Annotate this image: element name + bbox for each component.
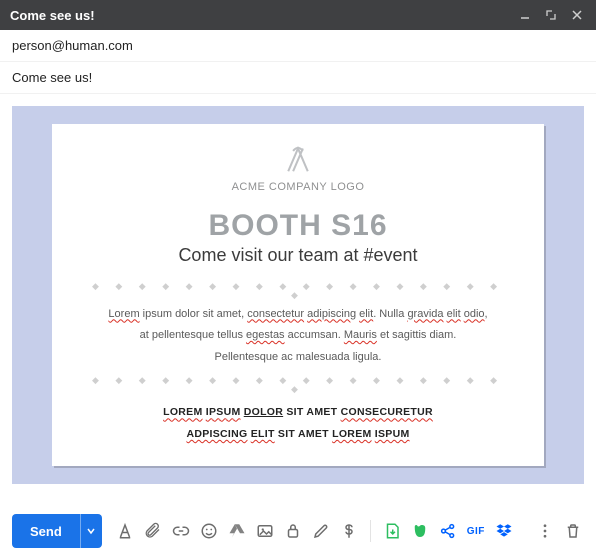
dollar-icon	[340, 522, 358, 540]
pen-icon	[312, 522, 330, 540]
insert-signature-button[interactable]	[310, 520, 332, 542]
more-options-button[interactable]	[534, 520, 556, 542]
email-bold-line: LOREM IPSUM DOLOR SIT AMET CONSECURETUR	[163, 404, 433, 422]
paperclip-icon	[144, 522, 162, 540]
insert-link-button[interactable]	[170, 520, 192, 542]
insert-drive-button[interactable]	[226, 520, 248, 542]
compose-toolbar: Send GIF	[0, 504, 596, 558]
extension-evernote-button[interactable]	[409, 520, 431, 542]
image-icon	[256, 522, 274, 540]
close-icon[interactable]	[568, 6, 586, 24]
extension-share-button[interactable]	[437, 520, 459, 542]
subject-value: Come see us!	[12, 70, 92, 85]
company-logo-text: ACME COMPANY LOGO	[232, 181, 365, 193]
window-title: Come see us!	[10, 8, 95, 23]
smiley-icon	[200, 522, 218, 540]
insert-money-button[interactable]	[338, 520, 360, 542]
toolbar-divider	[370, 520, 371, 542]
email-card: ACME COMPANY LOGO BOOTH S16 Come visit o…	[52, 124, 544, 466]
company-logo-icon	[278, 142, 318, 175]
window-titlebar: Come see us!	[0, 0, 596, 30]
extension-dropbox-button[interactable]	[493, 520, 515, 542]
email-body-line: Pellentesque ac malesuada ligula.	[215, 349, 382, 367]
insert-emoji-button[interactable]	[198, 520, 220, 542]
drive-icon	[228, 522, 246, 540]
email-tagline: Come visit our team at #event	[178, 245, 417, 266]
discard-button[interactable]	[562, 520, 584, 542]
email-bold-line: ADPISCING ELIT SIT AMET LOREM ISPUM	[186, 426, 409, 444]
formatting-button[interactable]	[114, 520, 136, 542]
kebab-icon	[536, 522, 554, 540]
expand-icon[interactable]	[542, 6, 560, 24]
share-nodes-icon	[439, 522, 457, 540]
subject-field[interactable]: Come see us!	[0, 62, 596, 94]
to-field[interactable]: person@human.com	[0, 30, 596, 62]
send-button[interactable]: Send	[12, 514, 80, 548]
template-download-icon	[383, 522, 401, 540]
font-icon	[116, 522, 134, 540]
minimize-icon[interactable]	[516, 6, 534, 24]
compose-body[interactable]: ACME COMPANY LOGO BOOTH S16 Come visit o…	[0, 94, 596, 504]
chevron-down-icon	[87, 527, 95, 535]
divider-dots: ◆ ◆ ◆ ◆ ◆ ◆ ◆ ◆ ◆ ◆ ◆ ◆ ◆ ◆ ◆ ◆ ◆ ◆ ◆	[82, 376, 514, 394]
to-value: person@human.com	[12, 38, 133, 53]
divider-dots: ◆ ◆ ◆ ◆ ◆ ◆ ◆ ◆ ◆ ◆ ◆ ◆ ◆ ◆ ◆ ◆ ◆ ◆ ◆	[82, 282, 514, 300]
email-body-line: Lorem ipsum dolor sit amet, consectetur …	[108, 306, 487, 324]
confidential-mode-button[interactable]	[282, 520, 304, 542]
dropbox-icon	[495, 522, 513, 540]
lock-clock-icon	[284, 522, 302, 540]
link-icon	[172, 522, 190, 540]
attach-button[interactable]	[142, 520, 164, 542]
extension-gif-button[interactable]: GIF	[465, 520, 487, 542]
email-headline: BOOTH S16	[208, 209, 387, 243]
evernote-icon	[411, 522, 429, 540]
send-split-button: Send	[12, 514, 102, 548]
extension-template-button[interactable]	[381, 520, 403, 542]
email-canvas: ACME COMPANY LOGO BOOTH S16 Come visit o…	[12, 106, 584, 484]
send-options-toggle[interactable]	[80, 514, 102, 548]
email-body-line: at pellentesque tellus egestas accumsan.…	[140, 327, 457, 345]
insert-photo-button[interactable]	[254, 520, 276, 542]
trash-icon	[564, 522, 582, 540]
